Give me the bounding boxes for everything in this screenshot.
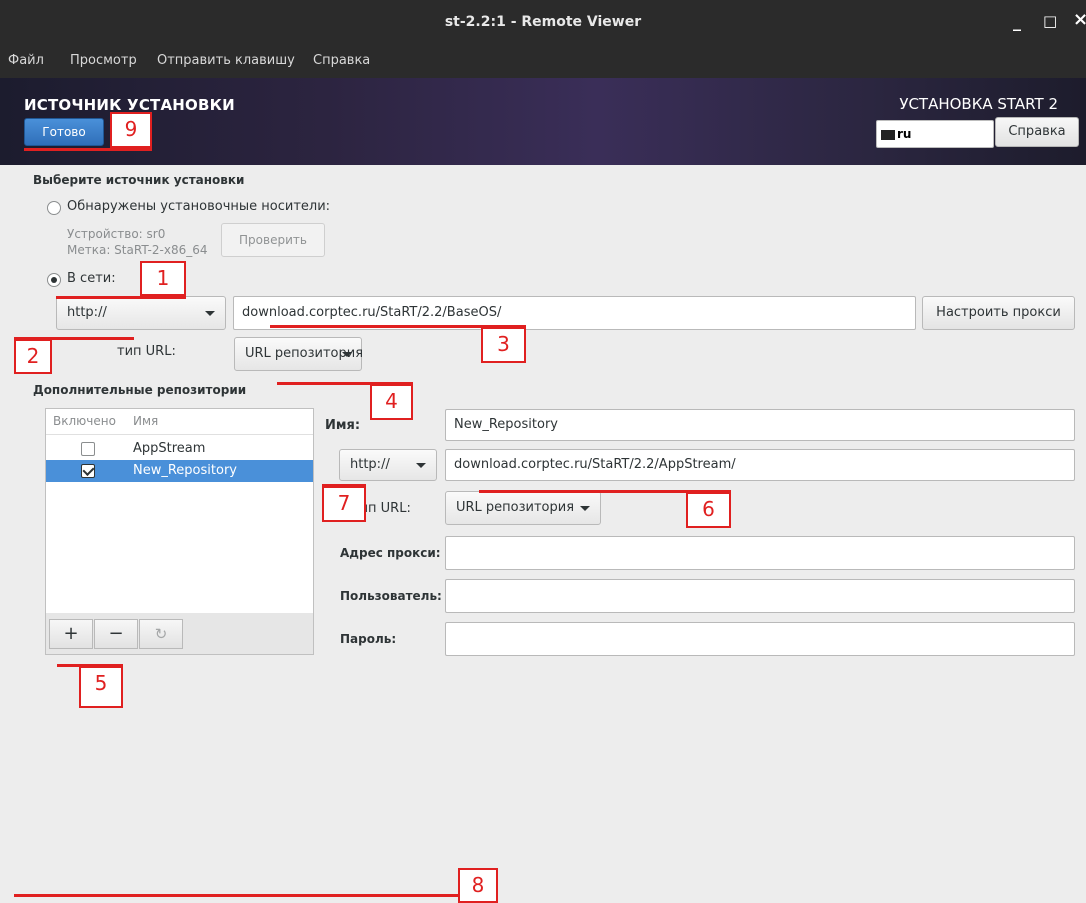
url-type-label: тип URL: — [117, 344, 176, 359]
keyboard-layout-indicator[interactable]: ru — [876, 120, 994, 148]
proxy-address-label: Адрес прокси: — [340, 546, 441, 560]
verify-button[interactable]: Проверить — [221, 223, 325, 257]
keyboard-icon — [881, 129, 895, 140]
media-radio[interactable] — [47, 201, 61, 215]
password-label: Пароль: — [340, 632, 397, 646]
menu-bar: Файл Просмотр Отправить клавишу Справка — [0, 46, 1086, 78]
chevron-down-icon — [416, 463, 426, 468]
annotation-9-line — [24, 148, 152, 151]
repo-url-detail-input[interactable]: download.corptec.ru/StaRT/2.2/AppStream/ — [445, 449, 1075, 481]
network-radio-label: В сети: — [67, 271, 116, 286]
help-button[interactable]: Справка — [995, 117, 1079, 147]
device-label: Устройство: sr0 — [67, 227, 166, 241]
proxy-address-input[interactable] — [445, 536, 1075, 570]
chevron-down-icon — [580, 506, 590, 511]
annotation-1-line — [56, 296, 186, 299]
menu-send-key[interactable]: Отправить клавишу — [157, 53, 295, 68]
repo-enabled-checkbox[interactable] — [81, 442, 95, 456]
repo-enabled-checkbox[interactable] — [81, 464, 95, 478]
col-enabled-header[interactable]: Включено — [53, 414, 116, 428]
repo-name: New_Repository — [133, 463, 237, 478]
annotation-5: 5 — [79, 666, 123, 708]
password-input[interactable] — [445, 622, 1075, 656]
configure-proxy-button[interactable]: Настроить прокси — [922, 296, 1075, 330]
source-section-title: Выберите источник установки — [33, 173, 245, 187]
window-title: st-2.2:1 - Remote Viewer — [444, 14, 642, 30]
annotation-4: 4 — [370, 384, 413, 420]
repo-name-label: Имя: — [325, 418, 361, 433]
annotation-2: 2 — [14, 339, 52, 374]
protocol-value: http:// — [67, 305, 107, 320]
window-titlebar: st-2.2:1 - Remote Viewer _ □ × — [0, 0, 1086, 46]
minimize-icon[interactable]: _ — [1013, 12, 1021, 31]
repo-list-header: Включено Имя — [46, 409, 313, 435]
menu-help[interactable]: Справка — [313, 53, 370, 68]
annotation-1: 1 — [140, 261, 186, 296]
user-input[interactable] — [445, 579, 1075, 613]
media-radio-label: Обнаружены установочные носители: — [67, 199, 331, 214]
annotation-9: 9 — [110, 112, 152, 148]
annotation-3: 3 — [481, 327, 526, 363]
protocol-combo[interactable]: http:// — [56, 296, 226, 330]
annotation-8-line — [14, 894, 498, 897]
maximize-icon[interactable]: □ — [1043, 12, 1057, 30]
revert-repo-button[interactable]: ↻ — [139, 619, 183, 649]
menu-file[interactable]: Файл — [8, 53, 44, 68]
repo-protocol-value: http:// — [350, 457, 390, 472]
keyboard-layout-label: ru — [897, 127, 912, 141]
annotation-8: 8 — [458, 868, 498, 903]
repo-toolbar: + − ↻ — [45, 613, 314, 655]
network-radio[interactable] — [47, 273, 61, 287]
annotation-6: 6 — [686, 492, 731, 528]
repo-url-type-combo[interactable]: URL репозитория — [445, 491, 601, 525]
repo-row-new-repository[interactable]: New_Repository — [46, 460, 313, 482]
chevron-down-icon — [205, 311, 215, 316]
user-label: Пользователь: — [340, 589, 442, 603]
media-label: Метка: StaRT-2-x86_64 — [67, 243, 208, 257]
close-icon[interactable]: × — [1073, 9, 1086, 30]
repo-name: AppStream — [133, 441, 206, 456]
repo-name-input[interactable]: New_Repository — [445, 409, 1075, 441]
repo-url-type-value: URL репозитория — [456, 500, 575, 515]
url-type-combo[interactable]: URL репозитория — [234, 337, 363, 371]
repos-section-title: Дополнительные репозитории — [33, 383, 247, 397]
menu-view[interactable]: Просмотр — [70, 53, 137, 68]
repo-protocol-combo[interactable]: http:// — [339, 449, 437, 481]
done-button[interactable]: Готово — [24, 118, 104, 146]
remove-repo-button[interactable]: − — [94, 619, 138, 649]
col-name-header[interactable]: Имя — [133, 414, 158, 428]
product-title: УСТАНОВКА START 2 — [899, 95, 1058, 113]
add-repo-button[interactable]: + — [49, 619, 93, 649]
spoke-header: ИСТОЧНИК УСТАНОВКИ Готово УСТАНОВКА STAR… — [0, 78, 1086, 165]
repo-row-appstream[interactable]: AppStream — [46, 438, 313, 460]
annotation-7: 7 — [322, 486, 366, 522]
chevron-down-icon — [342, 352, 352, 357]
